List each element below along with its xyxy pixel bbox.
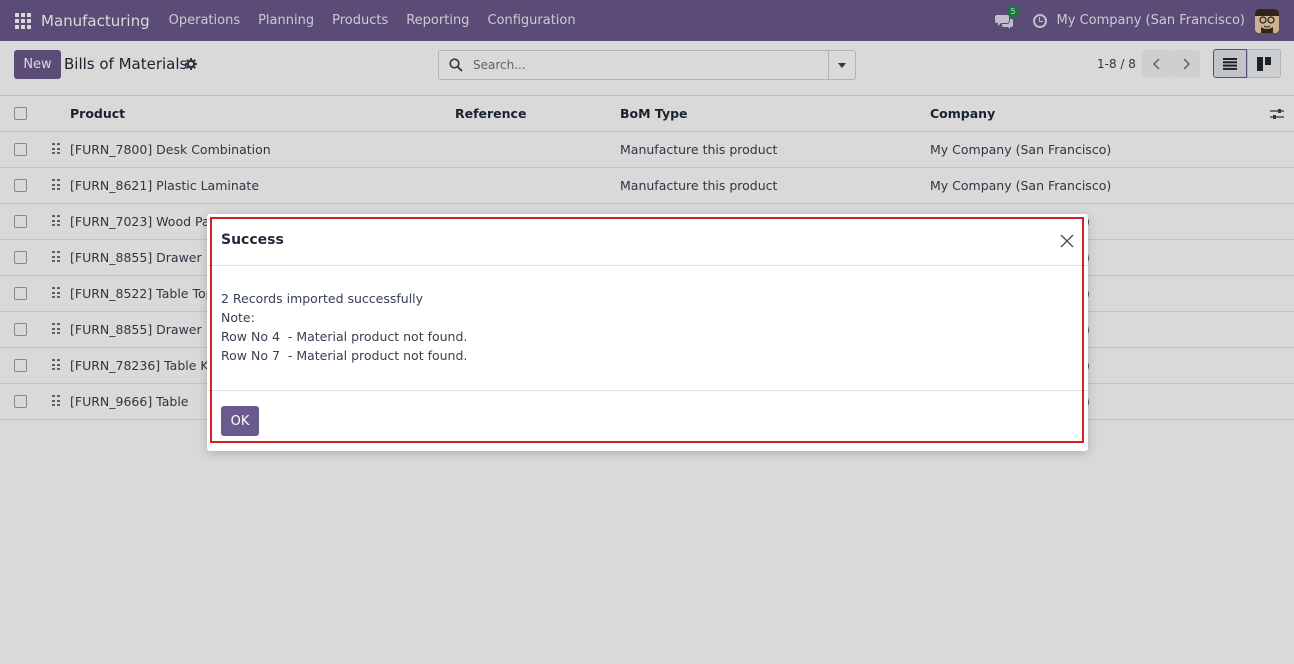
success-dialog: Success 2 Records imported successfully … [207,214,1088,451]
highlight-frame [210,217,1084,443]
